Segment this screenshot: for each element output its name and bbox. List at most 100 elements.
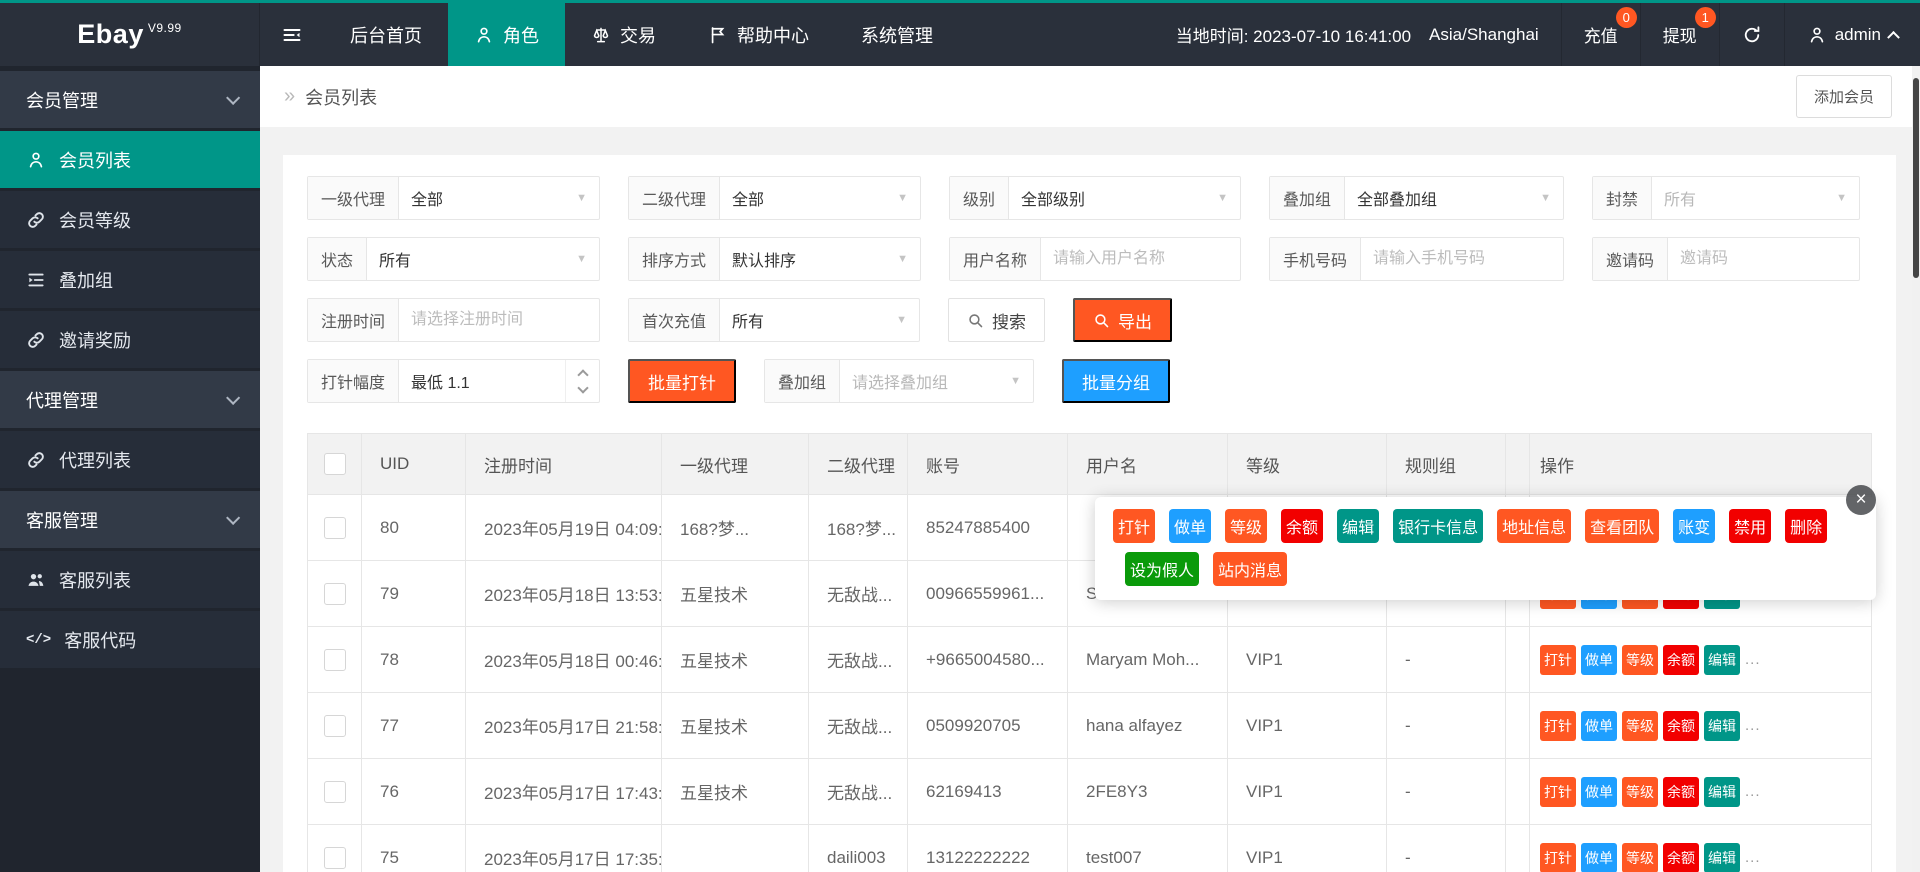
action-edit-button[interactable]: 编辑 [1704, 645, 1740, 675]
batch-inject-button[interactable]: 批量打针 [628, 359, 736, 403]
sidebar-item-support-code[interactable]: </> 客服代码 [0, 611, 260, 668]
popup-action-button[interactable]: 余额 [1281, 509, 1323, 543]
nav-item-trade[interactable]: 交易 [565, 3, 682, 66]
more-actions-indicator[interactable]: ... [1745, 717, 1761, 734]
user-menu[interactable]: admin [1784, 3, 1920, 66]
agent2-select[interactable]: 全部 ▼ [720, 177, 920, 219]
number-stepper[interactable] [565, 360, 599, 402]
popup-action-button[interactable]: 地址信息 [1497, 509, 1571, 543]
cell-agent2: 无敌战... [809, 561, 908, 626]
action-edit-button[interactable]: 编辑 [1704, 777, 1740, 807]
overlay-group-2-select[interactable]: 请选择叠加组 ▼ [840, 360, 1033, 402]
action-order-button[interactable]: 做单 [1581, 843, 1617, 872]
action-edit-button[interactable]: 编辑 [1704, 711, 1740, 741]
filter-label: 级别 [950, 177, 1009, 219]
app-logo: Ebay V9.99 [0, 3, 260, 66]
sidebar-group-member-management[interactable]: 会员管理 [0, 71, 260, 128]
action-balance-button[interactable]: 余额 [1663, 843, 1699, 872]
popup-action-button[interactable]: 查看团队 [1585, 509, 1659, 543]
inject-range-input[interactable] [399, 360, 565, 402]
withdraw-button[interactable]: 提现 1 [1640, 3, 1719, 66]
sort-select[interactable]: 默认排序 ▼ [720, 238, 920, 280]
sidebar-item-overlay-group[interactable]: 叠加组 [0, 251, 260, 308]
more-actions-indicator[interactable]: ... [1745, 651, 1761, 668]
popup-action-button[interactable]: 银行卡信息 [1393, 509, 1483, 543]
recharge-button[interactable]: 充值 0 [1561, 3, 1640, 66]
stepper-down-icon[interactable] [577, 382, 588, 393]
close-icon[interactable]: × [1846, 485, 1876, 515]
action-balance-button[interactable]: 余额 [1663, 645, 1699, 675]
nav-item-system[interactable]: 系统管理 [835, 3, 959, 66]
menu-toggle-button[interactable] [260, 3, 324, 66]
action-order-button[interactable]: 做单 [1581, 777, 1617, 807]
refresh-button[interactable] [1719, 3, 1784, 66]
row-checkbox[interactable] [324, 649, 346, 671]
username-input[interactable] [1041, 238, 1240, 280]
action-level-button[interactable]: 等级 [1622, 711, 1658, 741]
sidebar-item-member-list[interactable]: 会员列表 [0, 131, 260, 188]
ban-select[interactable]: 所有 ▼ [1652, 177, 1859, 219]
popup-action-button[interactable]: 删除 [1785, 509, 1827, 543]
more-actions-indicator[interactable]: ... [1745, 849, 1761, 866]
action-inject-button[interactable]: 打针 [1540, 711, 1576, 741]
scrollbar-thumb[interactable] [1913, 78, 1919, 278]
invite-code-input[interactable] [1668, 238, 1859, 280]
col-header-username: 用户名 [1068, 434, 1228, 494]
action-inject-button[interactable]: 打针 [1540, 843, 1576, 872]
action-inject-button[interactable]: 打针 [1540, 777, 1576, 807]
popup-action-button[interactable]: 等级 [1225, 509, 1267, 543]
sidebar-group-support-management[interactable]: 客服管理 [0, 491, 260, 548]
col-header-uid: UID [362, 434, 466, 494]
popup-action-button[interactable]: 站内消息 [1213, 552, 1287, 586]
more-actions-indicator[interactable]: ... [1745, 783, 1761, 800]
export-button[interactable]: 导出 [1073, 298, 1172, 342]
nav-item-help-center[interactable]: 帮助中心 [682, 3, 835, 66]
action-order-button[interactable]: 做单 [1581, 711, 1617, 741]
status-select[interactable]: 所有 ▼ [367, 238, 599, 280]
filter-label: 状态 [308, 238, 367, 280]
action-level-button[interactable]: 等级 [1622, 645, 1658, 675]
row-checkbox[interactable] [324, 847, 346, 869]
action-order-button[interactable]: 做单 [1581, 645, 1617, 675]
popup-action-button[interactable]: 打针 [1113, 509, 1155, 543]
cell-level: VIP1 [1228, 759, 1387, 824]
row-checkbox[interactable] [324, 715, 346, 737]
sidebar-item-invite-reward[interactable]: 邀请奖励 [0, 311, 260, 368]
popup-action-button[interactable]: 做单 [1169, 509, 1211, 543]
popup-action-button[interactable]: 禁用 [1729, 509, 1771, 543]
sidebar-item-member-level[interactable]: 会员等级 [0, 191, 260, 248]
row-checkbox[interactable] [324, 583, 346, 605]
popup-action-button[interactable]: 编辑 [1337, 509, 1379, 543]
overlay-group-select[interactable]: 全部叠加组 ▼ [1345, 177, 1563, 219]
page-title: 会员列表 [305, 84, 377, 110]
filter-label: 叠加组 [765, 360, 840, 402]
action-edit-button[interactable]: 编辑 [1704, 843, 1740, 872]
popup-action-button[interactable]: 设为假人 [1125, 552, 1199, 586]
row-checkbox[interactable] [324, 781, 346, 803]
search-button[interactable]: 搜索 [948, 298, 1045, 342]
action-inject-button[interactable]: 打针 [1540, 645, 1576, 675]
sidebar-group-agent-management[interactable]: 代理管理 [0, 371, 260, 428]
filter-status: 状态 所有 ▼ [307, 237, 600, 281]
action-level-button[interactable]: 等级 [1622, 777, 1658, 807]
row-checkbox[interactable] [324, 517, 346, 539]
action-level-button[interactable]: 等级 [1622, 843, 1658, 872]
action-balance-button[interactable]: 余额 [1663, 777, 1699, 807]
nav-item-role[interactable]: 角色 [448, 3, 565, 66]
reg-time-input[interactable] [399, 299, 599, 341]
agent1-select[interactable]: 全部 ▼ [399, 177, 599, 219]
phone-input[interactable] [1361, 238, 1563, 280]
sidebar-item-agent-list[interactable]: 代理列表 [0, 431, 260, 488]
first-recharge-select[interactable]: 所有 ▼ [720, 299, 919, 341]
stepper-up-icon[interactable] [577, 369, 588, 380]
select-all-checkbox[interactable] [324, 453, 346, 475]
level-select[interactable]: 全部级别 ▼ [1009, 177, 1240, 219]
nav-item-home[interactable]: 后台首页 [324, 3, 448, 66]
sidebar-item-support-list[interactable]: 客服列表 [0, 551, 260, 608]
popup-action-button[interactable]: 账变 [1673, 509, 1715, 543]
col-header-level: 等级 [1228, 434, 1387, 494]
add-member-button[interactable]: 添加会员 [1796, 75, 1892, 118]
batch-group-button[interactable]: 批量分组 [1062, 359, 1170, 403]
action-balance-button[interactable]: 余额 [1663, 711, 1699, 741]
cell-spacer [1506, 693, 1530, 758]
